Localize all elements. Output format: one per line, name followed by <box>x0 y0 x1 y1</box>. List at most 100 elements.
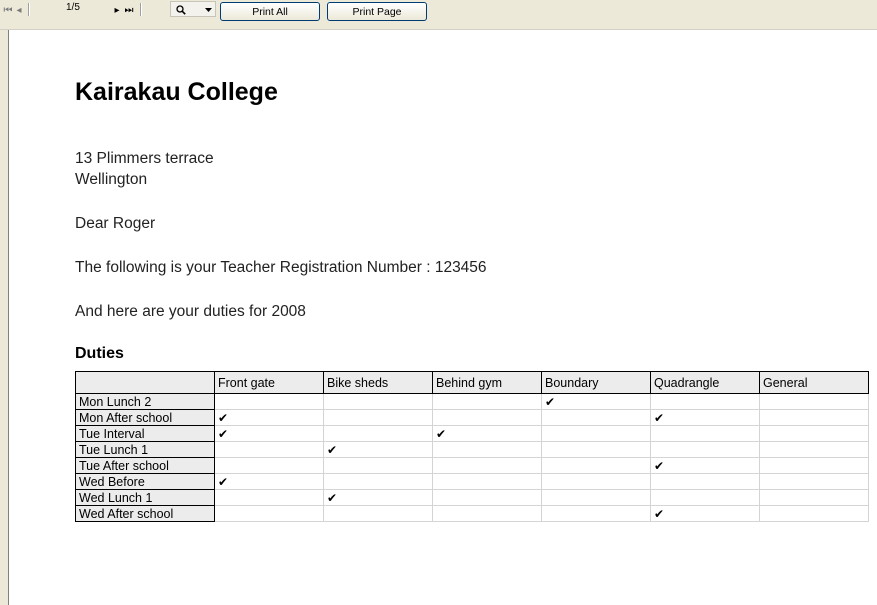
duty-cell <box>541 489 651 506</box>
duties-intro: And here are your duties for 2008 <box>75 303 306 320</box>
duty-cell: ✔ <box>323 489 433 506</box>
search-icon[interactable] <box>175 3 187 17</box>
row-label: Tue After school <box>75 457 215 474</box>
duty-cell: ✔ <box>650 409 760 426</box>
first-page-icon[interactable]: ⏮ <box>3 3 13 17</box>
duties-heading: Duties <box>75 345 124 362</box>
address-line-1: 13 Plimmers terrace <box>75 150 214 167</box>
column-header: Behind gym <box>432 371 542 394</box>
duty-cell <box>214 441 324 458</box>
duty-cell: ✔ <box>214 409 324 426</box>
duty-cell <box>541 441 651 458</box>
duty-cell <box>323 457 433 474</box>
duty-cell <box>323 425 433 442</box>
table-row: Wed After school ✔ <box>75 505 869 522</box>
column-header: Quadrangle <box>650 371 760 394</box>
table-row: Tue After school ✔ <box>75 457 869 474</box>
row-label: Wed After school <box>75 505 215 522</box>
duty-cell <box>541 505 651 522</box>
duty-cell: ✔ <box>214 425 324 442</box>
duty-cell <box>759 393 869 410</box>
duty-cell: ✔ <box>323 441 433 458</box>
duty-cell <box>759 441 869 458</box>
row-label: Tue Lunch 1 <box>75 441 215 458</box>
checkmark-icon: ✔ <box>327 490 338 505</box>
table-row: Wed Before ✔ <box>75 473 869 490</box>
checkmark-icon: ✔ <box>654 506 665 521</box>
row-label: Wed Lunch 1 <box>75 489 215 506</box>
duty-cell <box>759 505 869 522</box>
duty-cell <box>759 457 869 474</box>
prev-page-icon[interactable]: ◂ <box>14 3 24 17</box>
column-header: Front gate <box>214 371 324 394</box>
duty-cell <box>214 393 324 410</box>
duty-cell <box>650 473 760 490</box>
duty-cell <box>650 441 760 458</box>
duty-cell <box>650 393 760 410</box>
duty-cell <box>214 457 324 474</box>
row-label: Tue Interval <box>75 425 215 442</box>
duties-header-row: Front gate Bike sheds Behind gym Boundar… <box>75 371 869 394</box>
table-row: Mon Lunch 2 ✔ <box>75 393 869 410</box>
table-row: Mon After school ✔ ✔ <box>75 409 869 426</box>
duty-cell <box>541 457 651 474</box>
registration-line: The following is your Teacher Registrati… <box>75 259 487 276</box>
report-viewer-toolbar: ⏮ ◂ 1/5 ▸ ⏭ Print All Print Page <box>0 0 877 30</box>
duty-cell <box>214 489 324 506</box>
duty-cell <box>432 473 542 490</box>
duty-cell <box>214 505 324 522</box>
row-label: Wed Before <box>75 473 215 490</box>
duties-table: Front gate Bike sheds Behind gym Boundar… <box>75 371 869 522</box>
duty-cell <box>323 505 433 522</box>
address-line-2: Wellington <box>75 171 148 188</box>
duty-cell <box>541 409 651 426</box>
duty-cell: ✔ <box>650 457 760 474</box>
table-row: Wed Lunch 1 ✔ <box>75 489 869 506</box>
checkmark-icon: ✔ <box>218 410 229 425</box>
duty-cell <box>323 473 433 490</box>
duty-cell <box>432 489 542 506</box>
duty-cell: ✔ <box>214 473 324 490</box>
next-page-icon[interactable]: ▸ <box>112 3 122 17</box>
chevron-down-icon[interactable] <box>203 3 213 17</box>
print-page-button[interactable]: Print Page <box>327 2 427 21</box>
table-row: Tue Interval ✔ ✔ <box>75 425 869 442</box>
duty-cell <box>323 393 433 410</box>
last-page-icon[interactable]: ⏭ <box>123 3 135 17</box>
duty-cell: ✔ <box>541 393 651 410</box>
checkmark-icon: ✔ <box>218 474 229 489</box>
duty-cell: ✔ <box>432 425 542 442</box>
duties-corner-cell <box>75 371 215 394</box>
page-indicator: 1/5 <box>66 2 80 13</box>
duty-cell <box>650 489 760 506</box>
duty-cell <box>432 457 542 474</box>
duty-cell <box>759 425 869 442</box>
duty-cell <box>432 409 542 426</box>
duty-cell <box>432 393 542 410</box>
duty-cell <box>541 473 651 490</box>
duty-cell <box>541 425 651 442</box>
column-header: General <box>759 371 869 394</box>
checkmark-icon: ✔ <box>545 394 556 409</box>
duty-cell: ✔ <box>650 505 760 522</box>
greeting: Dear Roger <box>75 215 156 232</box>
duty-cell <box>759 473 869 490</box>
duty-cell <box>759 489 869 506</box>
checkmark-icon: ✔ <box>327 442 338 457</box>
duty-cell <box>650 425 760 442</box>
duty-cell <box>432 441 542 458</box>
checkmark-icon: ✔ <box>654 458 665 473</box>
checkmark-icon: ✔ <box>218 426 229 441</box>
duty-cell <box>323 409 433 426</box>
row-label: Mon After school <box>75 409 215 426</box>
print-all-button[interactable]: Print All <box>220 2 320 21</box>
row-label: Mon Lunch 2 <box>75 393 215 410</box>
column-header: Boundary <box>541 371 651 394</box>
checkmark-icon: ✔ <box>654 410 665 425</box>
duty-cell <box>759 409 869 426</box>
school-name: Kairakau College <box>75 78 278 106</box>
checkmark-icon: ✔ <box>436 426 447 441</box>
column-header: Bike sheds <box>323 371 433 394</box>
duty-cell <box>432 505 542 522</box>
table-row: Tue Lunch 1 ✔ <box>75 441 869 458</box>
